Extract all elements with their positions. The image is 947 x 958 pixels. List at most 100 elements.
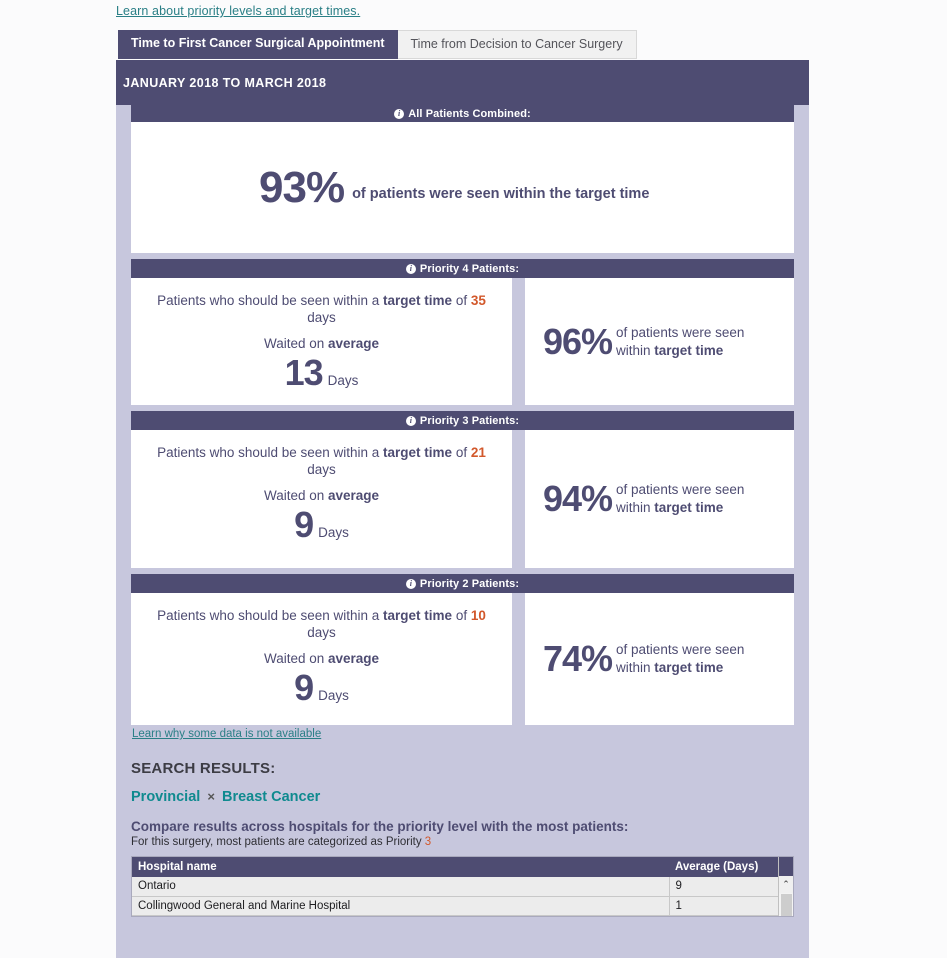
pct-caption-bold: target time [654, 342, 724, 358]
priority-4-left-card: Patients who should be seen within a tar… [131, 278, 512, 405]
learn-about-priority-levels-link[interactable]: Learn about priority levels and target t… [116, 4, 360, 18]
cell-average-days: 9 [668, 877, 778, 897]
priority-4-average-days: 13 Days [131, 355, 512, 391]
all-patients-combined-card: 93% of patients were seen within the tar… [131, 122, 794, 253]
section-header-label: All Patients Combined: [408, 107, 531, 120]
priority-4-target-sentence: Patients who should be seen within a tar… [131, 292, 512, 326]
tab-time-decision-to-surgery[interactable]: Time from Decision to Cancer Surgery [397, 30, 637, 59]
filter-tag-separator: × [207, 789, 215, 804]
priority-3-days-label: Days [318, 525, 349, 540]
priority-note-pre: For this surgery, most patients are cate… [131, 836, 425, 848]
priority-3-left-card: Patients who should be seen within a tar… [131, 430, 512, 568]
waited-pre: Waited on [263, 651, 328, 666]
priority-3-percent-value: 94% [542, 478, 613, 519]
average-bold: average [328, 336, 380, 351]
info-icon[interactable]: i [405, 415, 416, 426]
info-icon[interactable]: i [405, 578, 416, 589]
section-header-priority-3: i Priority 3 Patients: [131, 411, 794, 430]
pct-caption-bold: target time [654, 660, 724, 675]
priority-4-waited-label: Waited on average [131, 336, 512, 351]
priority-3-percent-caption: of patients were seen within target time [616, 481, 776, 517]
table-body: Ontario 9 Collingwood General and Marine… [132, 877, 778, 917]
table-row[interactable]: Collingwood General and Marine Hospital … [132, 896, 778, 917]
priority-4-percent-value: 96% [542, 320, 613, 362]
priority-4-percent-caption: of patients were seen within target time [616, 324, 776, 360]
table-head: Hospital name Average (Days) [132, 857, 778, 877]
tab-time-to-first-appointment[interactable]: Time to First Cancer Surgical Appointmen… [118, 30, 398, 59]
combined-percent-caption: of patients were seen within the target … [352, 185, 650, 202]
reporting-period-label: JANUARY 2018 TO MARCH 2018 [123, 75, 327, 90]
scrollbar-header-spacer [779, 857, 793, 876]
cell-hospital-name: Collingwood General and Marine Hospital [132, 896, 669, 917]
priority-4-avg-value: 13 [284, 352, 324, 393]
most-patients-priority-note: For this surgery, most patients are cate… [131, 836, 794, 848]
waited-pre: Waited on [263, 488, 328, 503]
priority-3-waited-label: Waited on average [131, 488, 512, 503]
combined-percent-value: 93% [259, 162, 345, 212]
target-sentence-post: days [307, 625, 336, 640]
search-filter-tags: Provincial × Breast Cancer [131, 789, 794, 805]
priority-2-left-card: Patients who should be seen within a tar… [131, 593, 512, 725]
priority-2-average-days: 9 Days [131, 670, 512, 706]
target-sentence-pre: Patients who should be seen within a [157, 445, 384, 460]
target-time-bold: target time [383, 445, 453, 460]
page-root: Learn about priority levels and target t… [0, 0, 947, 958]
table-scrollbar[interactable]: ⌃ [778, 857, 793, 916]
info-icon[interactable]: i [394, 108, 405, 119]
section-header-label: Priority 2 Patients: [419, 577, 520, 590]
target-sentence-of: of [452, 293, 471, 308]
target-sentence-post: days [307, 310, 336, 325]
priority-3-average-days: 9 Days [131, 507, 512, 543]
tab-bar: Time to First Cancer Surgical Appointmen… [118, 30, 637, 59]
priority-note-value: 3 [424, 836, 432, 848]
pct-caption-bold: target time [654, 500, 724, 515]
priority-4-days-label: Days [327, 373, 359, 388]
filter-tag-provincial[interactable]: Provincial [131, 789, 200, 805]
section-header-priority-2: i Priority 2 Patients: [131, 574, 794, 593]
priority-2-right-card: 74% of patients were seen within target … [525, 593, 794, 725]
target-sentence-of: of [452, 445, 471, 460]
cell-hospital-name: Ontario [132, 877, 669, 897]
table-header-row: Hospital name Average (Days) [132, 857, 778, 877]
section-header-label: Priority 3 Patients: [419, 414, 520, 427]
section-header-all-patients: i All Patients Combined: [131, 105, 794, 122]
priority-2-target-days: 10 [470, 608, 486, 623]
priority-2-row: Patients who should be seen within a tar… [131, 593, 794, 725]
average-bold: average [328, 651, 380, 666]
priority-4-right-card: 96% of patients were seen within target … [525, 278, 794, 405]
hospital-results-table: Hospital name Average (Days) Ontario 9 C… [132, 857, 778, 917]
section-header-priority-4: i Priority 4 Patients: [131, 259, 794, 278]
column-header-average-days[interactable]: Average (Days) [669, 857, 778, 877]
scrollbar-thumb[interactable] [780, 894, 792, 916]
priority-3-row: Patients who should be seen within a tar… [131, 430, 794, 568]
column-header-hospital-name[interactable]: Hospital name [132, 857, 669, 877]
compare-results-heading: Compare results across hospitals for the… [131, 819, 629, 834]
priority-4-target-days: 35 [470, 293, 486, 308]
results-panel: JANUARY 2018 TO MARCH 2018 i All Patient… [116, 60, 809, 958]
target-sentence-of: of [452, 608, 471, 623]
priority-2-percent-caption: of patients were seen within target time [616, 641, 776, 677]
table-row[interactable]: Ontario 9 [132, 877, 778, 897]
learn-why-data-unavailable-link[interactable]: Learn why some data is not available [131, 725, 794, 740]
info-icon[interactable]: i [405, 263, 416, 274]
priority-2-waited-label: Waited on average [131, 651, 512, 666]
target-sentence-pre: Patients who should be seen within a [157, 608, 384, 623]
target-time-bold: target time [383, 293, 453, 308]
target-sentence-pre: Patients who should be seen within a [157, 293, 384, 308]
priority-3-avg-value: 9 [294, 504, 314, 545]
reporting-period-bar: JANUARY 2018 TO MARCH 2018 [116, 60, 809, 105]
cell-average-days: 1 [668, 896, 778, 917]
scroll-up-icon[interactable]: ⌃ [779, 876, 793, 893]
waited-pre: Waited on [263, 336, 328, 351]
filter-tag-breast-cancer[interactable]: Breast Cancer [222, 789, 320, 805]
priority-4-row: Patients who should be seen within a tar… [131, 278, 794, 405]
priority-3-target-days: 21 [470, 445, 486, 460]
panel-inner: i All Patients Combined: 93% of patients… [116, 105, 809, 917]
priority-3-target-sentence: Patients who should be seen within a tar… [131, 444, 512, 478]
target-sentence-post: days [307, 462, 336, 477]
priority-2-percent-value: 74% [542, 638, 613, 679]
priority-2-days-label: Days [318, 688, 349, 703]
priority-2-target-sentence: Patients who should be seen within a tar… [131, 607, 512, 641]
search-results-title: SEARCH RESULTS: [131, 760, 276, 777]
priority-3-right-card: 94% of patients were seen within target … [525, 430, 794, 568]
